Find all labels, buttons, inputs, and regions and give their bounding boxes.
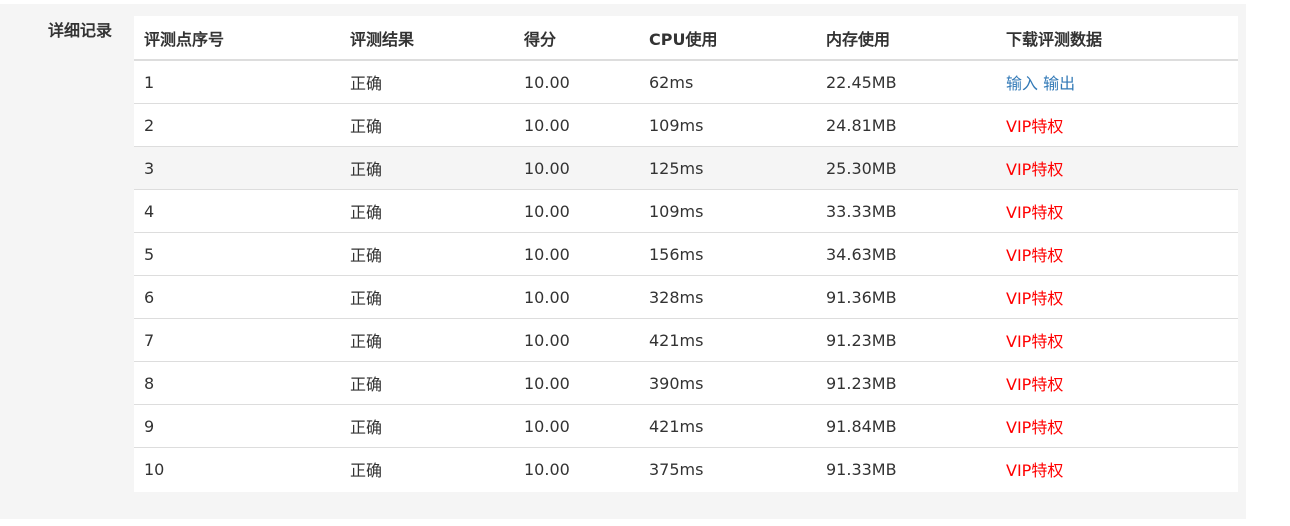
header-score: 得分 — [514, 16, 639, 61]
cell-score: 10.00 — [514, 146, 639, 190]
table-row: 7 正确 10.00 421ms 91.23MB VIP特权 — [134, 318, 1238, 362]
cell-cpu: 421ms — [639, 318, 816, 362]
cell-download: VIP特权 — [996, 447, 1238, 490]
cell-test-index: 1 — [144, 72, 155, 92]
cell-memory: 91.23MB — [816, 318, 996, 362]
detail-records-panel: 详细记录 评测点序号 评测结果 得分 CPU使用 内存使用 下载评测数据 1 正确… — [0, 4, 1246, 519]
cell-result: 正确 — [340, 361, 514, 405]
cell-test-index: 5 — [134, 232, 340, 276]
table-row: 4 正确 10.00 109ms 33.33MB VIP特权 — [134, 189, 1238, 233]
cell-score: 10.00 — [514, 232, 639, 276]
cell-download: VIP特权 — [996, 404, 1238, 448]
cell-cpu: 328ms — [639, 275, 816, 319]
vip-privilege-label: VIP特权 — [1006, 160, 1064, 179]
cell-memory: 91.23MB — [816, 361, 996, 405]
table-row: 10 正确 10.00 375ms 91.33MB VIP特权 — [134, 447, 1238, 490]
cell-score: 10.00 — [514, 404, 639, 448]
cell-cpu: 125ms — [639, 146, 816, 190]
cell-test-index: 7 — [134, 318, 340, 362]
cell-cpu: 156ms — [639, 232, 816, 276]
cell-memory: 33.33MB — [816, 189, 996, 233]
cell-test-index: 4 — [134, 189, 340, 233]
cell-result: 正确 — [340, 404, 514, 448]
cell-download: VIP特权 — [996, 146, 1238, 190]
cell-cpu: 109ms — [639, 103, 816, 147]
cell-result: 正确 — [340, 447, 514, 490]
cell-score: 10.00 — [514, 318, 639, 362]
cell-test-index: 2 — [134, 103, 340, 147]
cell-memory: 22.45MB — [826, 72, 897, 92]
table-row: 6 正确 10.00 328ms 91.36MB VIP特权 — [134, 275, 1238, 319]
cell-result: 正确 — [340, 232, 514, 276]
cell-memory: 34.63MB — [816, 232, 996, 276]
cell-download: VIP特权 — [996, 103, 1238, 147]
cell-score: 10.00 — [524, 72, 570, 92]
vip-privilege-label: VIP特权 — [1006, 461, 1064, 480]
cell-download: VIP特权 — [996, 232, 1238, 276]
download-output-link[interactable]: 输出 — [1043, 74, 1075, 93]
cell-test-index: 6 — [134, 275, 340, 319]
vip-privilege-label: VIP特权 — [1006, 246, 1064, 265]
cell-memory: 24.81MB — [816, 103, 996, 147]
cell-download: VIP特权 — [996, 361, 1238, 405]
table-row: 3 正确 10.00 125ms 25.30MB VIP特权 — [134, 146, 1238, 190]
cell-cpu: 375ms — [639, 447, 816, 490]
cell-result: 正确 — [340, 275, 514, 319]
header-memory: 内存使用 — [816, 16, 996, 61]
cell-download: VIP特权 — [996, 189, 1238, 233]
cell-score: 10.00 — [514, 447, 639, 490]
cell-download: 输入 输出 — [996, 60, 1238, 104]
vip-privilege-label: VIP特权 — [1006, 375, 1064, 394]
table-row: 1 正确 10.00 62ms 22.45MB 输入 输出 — [134, 60, 1238, 104]
cell-result: 正确 — [340, 189, 514, 233]
header-cpu: CPU使用 — [639, 16, 816, 61]
records-table-container: 评测点序号 评测结果 得分 CPU使用 内存使用 下载评测数据 1 正确 10.00… — [134, 16, 1238, 492]
cell-result: 正确 — [340, 146, 514, 190]
table-header-row: 评测点序号 评测结果 得分 CPU使用 内存使用 下载评测数据 — [134, 16, 1238, 61]
cell-result: 正确 — [350, 74, 383, 93]
section-label: 详细记录 — [48, 21, 113, 40]
table-row: 8 正确 10.00 390ms 91.23MB VIP特权 — [134, 361, 1238, 405]
cell-test-index: 9 — [134, 404, 340, 448]
cell-result: 正确 — [340, 103, 514, 147]
vip-privilege-label: VIP特权 — [1006, 203, 1064, 222]
table-row: 5 正确 10.00 156ms 34.63MB VIP特权 — [134, 232, 1238, 276]
header-result: 评测结果 — [340, 16, 514, 61]
table-row: 9 正确 10.00 421ms 91.84MB VIP特权 — [134, 404, 1238, 448]
cell-memory: 91.36MB — [816, 275, 996, 319]
cell-cpu: 390ms — [639, 361, 816, 405]
table-row: 2 正确 10.00 109ms 24.81MB VIP特权 — [134, 103, 1238, 147]
cell-score: 10.00 — [514, 189, 639, 233]
records-body: 1 正确 10.00 62ms 22.45MB 输入 输出 2 正确 10.00 109ms 24.… — [134, 60, 1238, 490]
header-test-index: 评测点序号 — [134, 16, 340, 61]
cell-test-index: 8 — [134, 361, 340, 405]
cell-score: 10.00 — [514, 103, 639, 147]
vip-privilege-label: VIP特权 — [1006, 289, 1064, 308]
cell-test-index: 3 — [134, 146, 340, 190]
records-table: 评测点序号 评测结果 得分 CPU使用 内存使用 下载评测数据 1 正确 10.00… — [134, 16, 1238, 490]
cell-cpu: 109ms — [639, 189, 816, 233]
cell-download: VIP特权 — [996, 275, 1238, 319]
cell-memory: 91.84MB — [816, 404, 996, 448]
cell-score: 10.00 — [514, 361, 639, 405]
cell-cpu: 62ms — [649, 72, 694, 92]
header-download: 下载评测数据 — [996, 16, 1238, 61]
cell-test-index: 10 — [134, 447, 340, 490]
cell-memory: 91.33MB — [816, 447, 996, 490]
cell-download: VIP特权 — [996, 318, 1238, 362]
cell-cpu: 421ms — [639, 404, 816, 448]
cell-memory: 25.30MB — [816, 146, 996, 190]
cell-score: 10.00 — [514, 275, 639, 319]
cell-result: 正确 — [340, 318, 514, 362]
vip-privilege-label: VIP特权 — [1006, 117, 1064, 136]
vip-privilege-label: VIP特权 — [1006, 332, 1064, 351]
vip-privilege-label: VIP特权 — [1006, 418, 1064, 437]
download-input-link[interactable]: 输入 — [1006, 74, 1038, 93]
